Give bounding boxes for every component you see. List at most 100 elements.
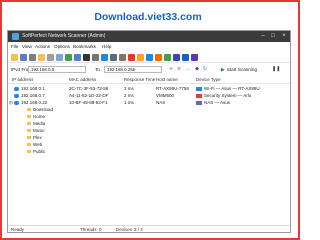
tools-icon[interactable]: [92, 54, 99, 61]
print-icon[interactable]: [47, 54, 54, 61]
copy-icon[interactable]: [56, 54, 63, 61]
folder-icon: [27, 142, 31, 146]
host-mac: A4-11-62-1D-22-DF: [69, 93, 109, 98]
column-device[interactable]: Device Type: [196, 76, 221, 84]
bookmark-icon[interactable]: ◆: [194, 66, 200, 73]
menu-view[interactable]: View: [22, 43, 32, 51]
share-name: Download: [33, 107, 54, 112]
host-status-icon: [14, 86, 19, 91]
host-ip: 192.168.0.7: [21, 93, 45, 98]
ip-to-input[interactable]: 192.168.0.255: [104, 66, 162, 73]
ip-range-bar: IPv4 From 192.168.0.0 To 192.168.0.255 +…: [8, 64, 290, 75]
pause-icon[interactable]: ❚❚: [272, 66, 280, 73]
start-scanning-button[interactable]: ▶ Start Scanning: [218, 65, 260, 74]
threads-value: 0: [99, 227, 102, 232]
start-scanning-label: Start Scanning: [226, 67, 257, 72]
add-range-icon[interactable]: +: [168, 66, 174, 73]
minimize-icon[interactable]: –: [258, 32, 268, 41]
host-response: 2 ms: [124, 93, 134, 98]
column-host[interactable]: Host name: [156, 76, 178, 84]
menu-actions[interactable]: Actions: [35, 43, 50, 51]
host-mac: 3C-7C-3F-53-73-58: [69, 86, 109, 91]
folder-icon: [27, 135, 31, 139]
menu-file[interactable]: File: [11, 43, 18, 51]
nas-icon: [196, 101, 202, 105]
menu-bar: File View Actions Options Bookmarks Help: [8, 43, 290, 51]
web-icon[interactable]: [146, 54, 153, 61]
results-header: IP address MAC address Response Time Hos…: [8, 76, 290, 84]
toolbar: [8, 52, 290, 63]
host-device: Security System — Arlo: [204, 93, 252, 98]
options-icon[interactable]: [164, 54, 171, 61]
share-name: Home: [33, 114, 46, 119]
host-name: NAS: [156, 100, 166, 105]
alert-icon[interactable]: [155, 54, 162, 61]
threads-label: Threads: [80, 227, 97, 232]
refresh-icon[interactable]: ↻: [202, 66, 208, 73]
folder-icon: [27, 128, 31, 132]
host-mac: 10-BF-48-88-53-F1: [69, 100, 108, 105]
remove-range-icon[interactable]: ×: [176, 66, 182, 73]
share-item[interactable]: Download: [8, 106, 290, 113]
host-ip: 192.168.0.22: [21, 100, 48, 105]
app-window: SoftPerfect Network Scanner (Admin) – □ …: [7, 30, 291, 233]
host-name: RT-AX86U-7758: [156, 86, 189, 91]
network-icon[interactable]: [101, 54, 108, 61]
grid-icon[interactable]: [173, 54, 180, 61]
load-icon[interactable]: [29, 54, 36, 61]
star-icon[interactable]: [137, 54, 144, 61]
column-response[interactable]: Response Time: [124, 76, 155, 84]
host-row[interactable]: 192.168.0.1 3C-7C-3F-53-73-58 2 ms RT-AX…: [8, 85, 290, 92]
menu-options[interactable]: Options: [54, 43, 70, 51]
menu-help[interactable]: Help: [102, 43, 111, 51]
shield-icon[interactable]: [128, 54, 135, 61]
host-device: NAS — Asus: [204, 100, 231, 105]
share-name: Public: [33, 149, 46, 154]
share-name: Media: [33, 121, 46, 126]
cut-icon[interactable]: [83, 54, 90, 61]
host-row[interactable]: ⊟ 192.168.0.22 10-BF-48-88-53-F1 1 ms NA…: [8, 99, 290, 106]
column-ip[interactable]: IP address: [12, 76, 33, 84]
column-mac[interactable]: MAC address: [69, 76, 96, 84]
wifi-router-icon: [196, 87, 202, 91]
devices-value: 3 / 3: [134, 227, 143, 232]
close-icon[interactable]: ×: [279, 32, 289, 41]
status-text: Ready: [11, 227, 25, 232]
filter-icon[interactable]: [65, 54, 72, 61]
share-item[interactable]: Home: [8, 113, 290, 120]
host-ip: 192.168.0.1: [21, 86, 45, 91]
ip-from-input[interactable]: 192.168.0.0: [28, 66, 86, 73]
share-name: Music: [33, 128, 45, 133]
play-icon: ▶: [221, 67, 225, 73]
share-item[interactable]: Music: [8, 127, 290, 134]
share-item[interactable]: Public: [8, 148, 290, 155]
folder-icon[interactable]: [38, 54, 45, 61]
title-bar: SoftPerfect Network Scanner (Admin) – □ …: [8, 31, 290, 42]
share-name: Plex: [33, 135, 42, 140]
folder-icon: [27, 121, 31, 125]
host-response: 2 ms: [124, 86, 134, 91]
maximize-icon[interactable]: □: [268, 32, 278, 41]
host-device: Wi-Fi — Asus — RT-AX86U: [204, 86, 260, 91]
navigate-icon[interactable]: ↔: [185, 66, 191, 73]
host-row[interactable]: 192.168.0.7 A4-11-62-1D-22-DF 2 ms VMM50…: [8, 92, 290, 99]
open-folder-icon[interactable]: [11, 54, 18, 61]
menu-bookmarks[interactable]: Bookmarks: [73, 43, 96, 51]
status-bar: Ready Threads 0 Devices 3 / 3: [8, 225, 290, 233]
share-item[interactable]: Plex: [8, 134, 290, 141]
share-item[interactable]: Media: [8, 120, 290, 127]
devices-label: Devices: [116, 227, 133, 232]
plug-icon[interactable]: [119, 54, 126, 61]
security-camera-icon: [196, 94, 202, 98]
app-logo-icon: [12, 33, 19, 40]
folder-icon: [27, 107, 31, 111]
host-response: 1 ms: [124, 100, 134, 105]
computer-icon[interactable]: [74, 54, 81, 61]
save-icon[interactable]: [20, 54, 27, 61]
help-icon[interactable]: [182, 54, 189, 61]
monitor-icon[interactable]: [110, 54, 117, 61]
share-item[interactable]: Web: [8, 141, 290, 148]
folder-icon: [27, 149, 31, 153]
host-name: VMM500: [156, 93, 175, 98]
info-icon[interactable]: [191, 54, 198, 61]
